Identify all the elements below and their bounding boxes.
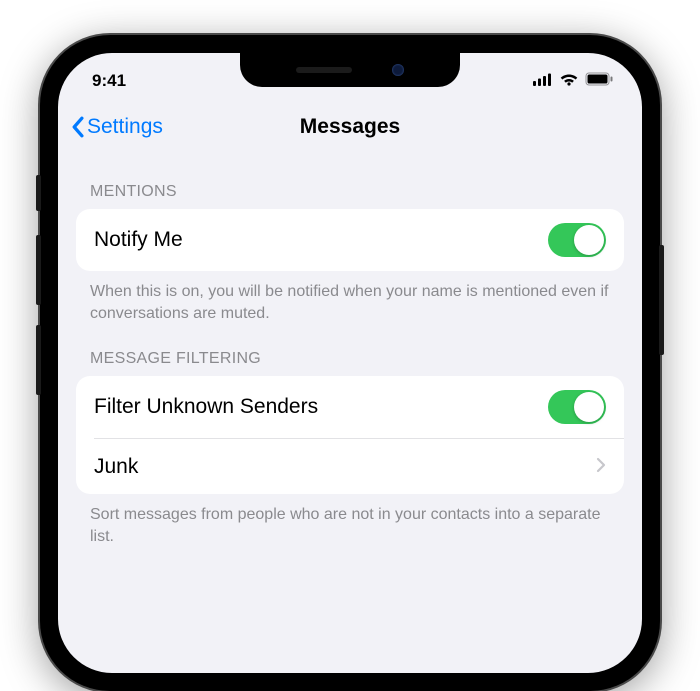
mentions-footer: When this is on, you will be notified wh… — [58, 271, 642, 330]
wifi-icon — [559, 71, 579, 91]
mentions-group: Notify Me — [76, 209, 624, 271]
notify-me-toggle[interactable] — [548, 223, 606, 257]
filtering-section-header: Message Filtering — [58, 330, 642, 376]
chevron-left-icon — [70, 116, 85, 138]
status-time: 9:41 — [92, 71, 126, 91]
battery-icon — [585, 71, 614, 91]
mentions-section-header: Mentions — [58, 163, 642, 209]
toggle-knob — [574, 392, 604, 422]
nav-bar: Settings Messages — [58, 101, 642, 153]
junk-label: Junk — [94, 455, 596, 479]
filter-unknown-label: Filter Unknown Senders — [94, 395, 548, 419]
filtering-footer: Sort messages from people who are not in… — [58, 494, 642, 553]
volume-down-button — [36, 325, 41, 395]
notify-me-row[interactable]: Notify Me — [76, 209, 624, 271]
phone-frame: 9:41 — [40, 35, 660, 691]
status-right — [533, 71, 614, 91]
front-camera — [392, 64, 404, 76]
speaker-grille — [296, 67, 352, 73]
back-label: Settings — [87, 115, 163, 139]
chevron-right-icon — [596, 455, 606, 479]
cellular-icon — [533, 71, 553, 91]
volume-up-button — [36, 235, 41, 305]
toggle-knob — [574, 225, 604, 255]
mute-switch — [36, 175, 41, 211]
settings-content: Mentions Notify Me When this is on, you … — [58, 153, 642, 553]
junk-row[interactable]: Junk — [94, 438, 624, 494]
filter-unknown-row[interactable]: Filter Unknown Senders — [76, 376, 624, 438]
filtering-group: Filter Unknown Senders Junk — [76, 376, 624, 494]
back-button[interactable]: Settings — [70, 115, 163, 139]
notify-me-label: Notify Me — [94, 228, 548, 252]
screen: 9:41 — [58, 53, 642, 673]
notch — [240, 53, 460, 87]
filter-unknown-toggle[interactable] — [548, 390, 606, 424]
power-button — [659, 245, 664, 355]
